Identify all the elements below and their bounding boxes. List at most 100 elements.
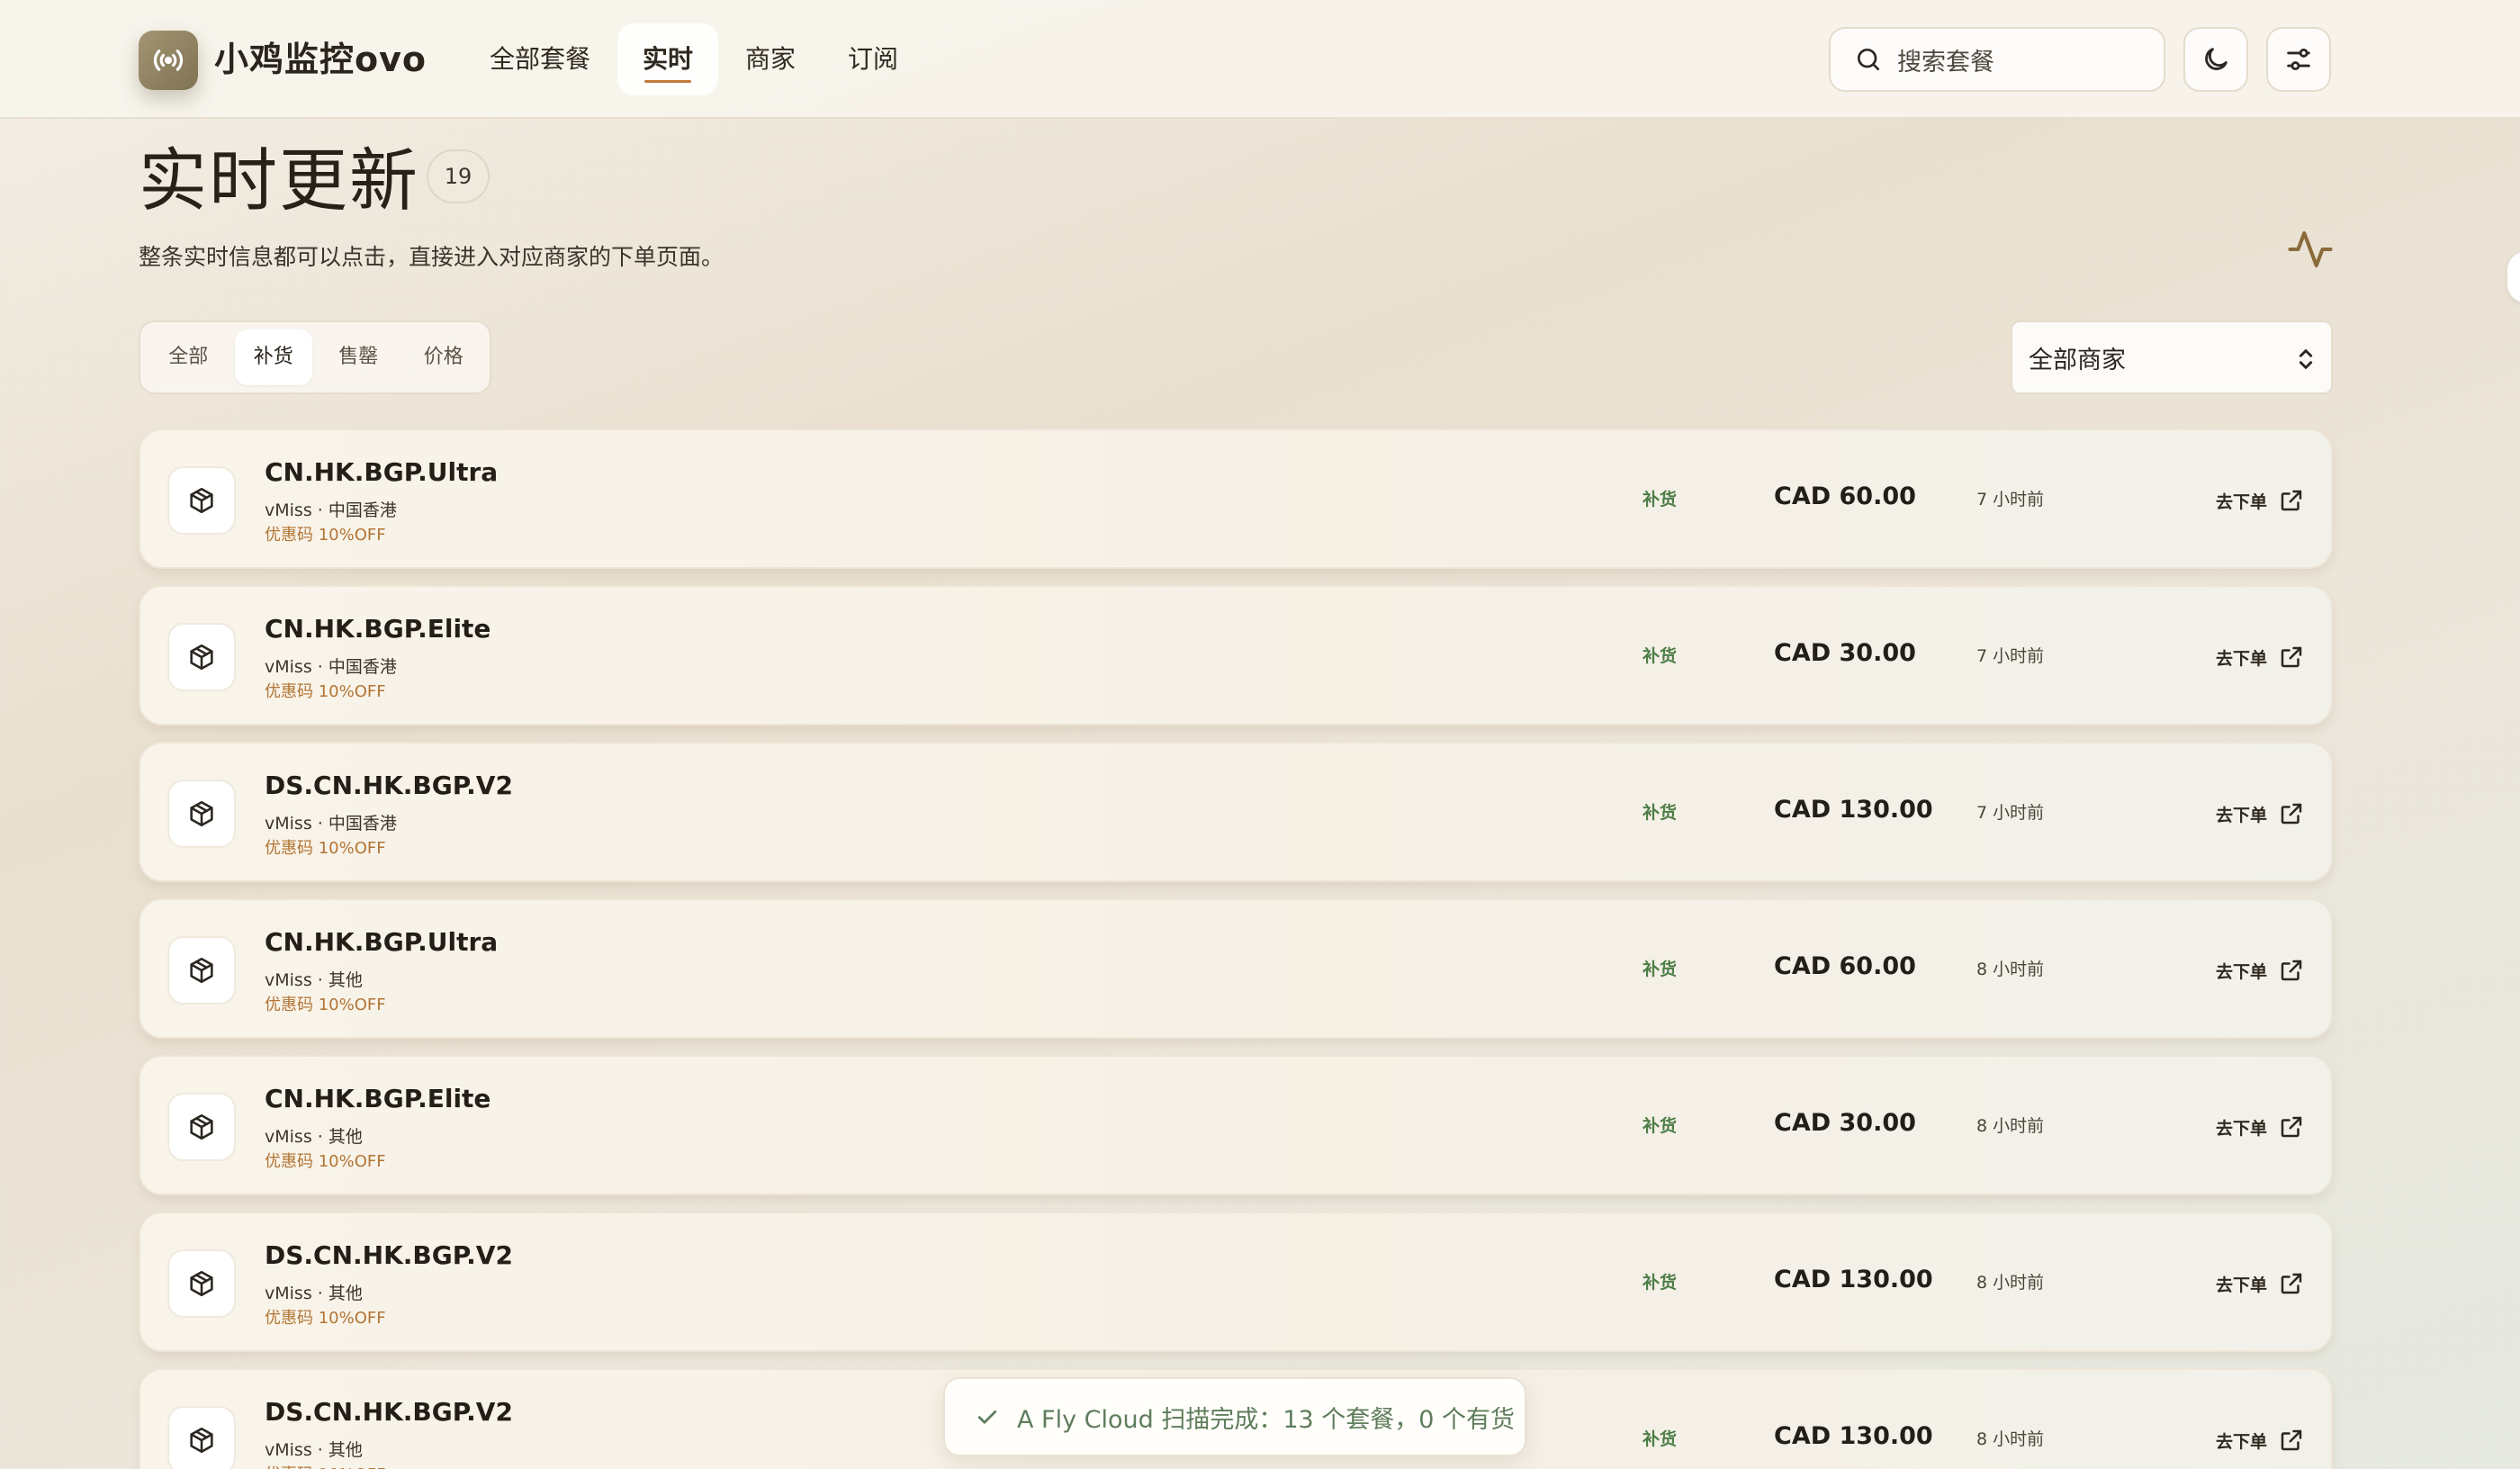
- update-time: 7 小时前: [1976, 490, 2045, 509]
- search-input[interactable]: 搜索套餐: [1829, 27, 2165, 92]
- update-row[interactable]: CN.HK.BGP.Ultra vMiss · 其他 优惠码 10%OFF 补货…: [139, 898, 2333, 1039]
- nav-merchants[interactable]: 商家: [720, 23, 821, 95]
- side-drawer-handle[interactable]: [2507, 252, 2520, 302]
- event-badge: 补货: [1642, 646, 1677, 666]
- search-placeholder: 搜索套餐: [1897, 48, 1994, 77]
- plan-price: CAD 30.00: [1774, 639, 1916, 667]
- plan-merchant-location: vMiss · 其他: [265, 1440, 363, 1460]
- theme-toggle-button[interactable]: [2183, 27, 2248, 92]
- plan-promo-code: 优惠码 10%OFF: [265, 526, 386, 545]
- update-row[interactable]: CN.HK.BGP.Ultra vMiss · 中国香港 优惠码 10%OFF …: [139, 428, 2333, 569]
- check-icon: [977, 1410, 997, 1424]
- plan-promo-code: 优惠码 10%OFF: [265, 996, 386, 1014]
- external-link-icon: [2281, 1273, 2302, 1294]
- package-icon-box: [167, 623, 236, 691]
- package-icon-box: [167, 1093, 236, 1161]
- update-time: 8 小时前: [1976, 1116, 2045, 1136]
- filter-tab-restock[interactable]: 补货: [234, 329, 312, 385]
- plan-promo-code: 优惠码 10%OFF: [265, 682, 386, 701]
- plan-price: CAD 30.00: [1774, 1109, 1916, 1137]
- plan-name: DS.CN.HK.BGP.V2: [265, 771, 513, 800]
- external-link-icon: [2281, 646, 2302, 668]
- merchant-select[interactable]: 全部商家: [2011, 320, 2333, 394]
- plan-name: CN.HK.BGP.Elite: [265, 1084, 491, 1113]
- external-link-icon: [2281, 960, 2302, 981]
- update-count-badge: 19: [427, 149, 490, 203]
- order-link[interactable]: 去下单: [2216, 1257, 2305, 1311]
- order-link[interactable]: 去下单: [2216, 630, 2305, 684]
- sliders-icon: [2287, 48, 2310, 71]
- nav-subscribe[interactable]: 订阅: [823, 23, 923, 95]
- plan-promo-code: 优惠码 10%OFF: [265, 839, 386, 858]
- page-subtitle: 整条实时信息都可以点击，直接进入对应商家的下单页面。: [139, 244, 724, 270]
- package-icon-box: [167, 936, 236, 1005]
- broadcast-icon: [153, 50, 184, 71]
- plan-price: CAD 60.00: [1774, 482, 1916, 510]
- search-icon: [1858, 49, 1879, 70]
- nav-all-plans[interactable]: 全部套餐: [464, 23, 616, 95]
- scan-complete-toast: A Fly Cloud 扫描完成：13 个套餐，0 个有货: [943, 1377, 1526, 1456]
- order-link-label: 去下单: [2216, 1431, 2268, 1452]
- plan-price: CAD 130.00: [1774, 1422, 1933, 1450]
- package-icon: [190, 644, 213, 671]
- package-icon: [190, 1113, 213, 1140]
- order-link[interactable]: 去下单: [2216, 1100, 2305, 1154]
- order-link-label: 去下单: [2216, 1118, 2268, 1139]
- update-row[interactable]: DS.CN.HK.BGP.V2 vMiss · 其他 优惠码 10%OFF 补货…: [139, 1212, 2333, 1352]
- event-badge: 补货: [1642, 1116, 1677, 1136]
- filter-tab-all[interactable]: 全部: [149, 329, 228, 385]
- plan-promo-code: 优惠码 10%OFF: [265, 1462, 386, 1469]
- plan-merchant-location: vMiss · 其他: [265, 970, 363, 990]
- order-link[interactable]: 去下单: [2216, 943, 2305, 997]
- package-icon: [190, 487, 213, 514]
- update-row[interactable]: CN.HK.BGP.Elite vMiss · 中国香港 优惠码 10%OFF …: [139, 585, 2333, 725]
- settings-button[interactable]: [2266, 27, 2331, 92]
- update-row[interactable]: CN.HK.BGP.Elite vMiss · 其他 优惠码 10%OFF 补货…: [139, 1055, 2333, 1195]
- update-row[interactable]: DS.CN.HK.BGP.V2 vMiss · 中国香港 优惠码 10%OFF …: [139, 742, 2333, 882]
- order-link-label: 去下单: [2216, 961, 2268, 982]
- plan-merchant-location: vMiss · 中国香港: [265, 500, 397, 520]
- event-badge: 补货: [1642, 1273, 1677, 1293]
- toast-message: A Fly Cloud 扫描完成：13 个套餐，0 个有货: [1017, 1405, 1516, 1434]
- plan-promo-code: 优惠码 10%OFF: [265, 1309, 386, 1328]
- order-link[interactable]: 去下单: [2216, 473, 2305, 527]
- filter-tab-sold-out[interactable]: 售罄: [320, 329, 398, 385]
- select-arrows-icon: [2299, 349, 2313, 369]
- plan-name: CN.HK.BGP.Ultra: [265, 457, 499, 487]
- order-link-label: 去下单: [2216, 1275, 2268, 1295]
- update-time: 8 小时前: [1976, 1273, 2045, 1293]
- plan-merchant-location: vMiss · 其他: [265, 1127, 363, 1147]
- update-time: 7 小时前: [1976, 646, 2045, 666]
- package-icon-box: [167, 780, 236, 848]
- plan-promo-code: 优惠码 10%OFF: [265, 1152, 386, 1171]
- merchant-select-value: 全部商家: [2029, 346, 2126, 374]
- package-icon: [190, 1270, 213, 1297]
- event-badge: 补货: [1642, 803, 1677, 823]
- plan-merchant-location: vMiss · 其他: [265, 1284, 363, 1303]
- page-title: 实时更新: [139, 140, 419, 221]
- external-link-icon: [2281, 490, 2302, 511]
- package-icon: [190, 1427, 213, 1454]
- order-link-label: 去下单: [2216, 491, 2268, 512]
- order-link[interactable]: 去下单: [2216, 1413, 2305, 1467]
- filter-tab-price[interactable]: 价格: [405, 329, 483, 385]
- brand-name[interactable]: 小鸡监控ovo: [214, 34, 427, 85]
- order-link-label: 去下单: [2216, 648, 2268, 669]
- plan-name: DS.CN.HK.BGP.V2: [265, 1397, 513, 1427]
- external-link-icon: [2281, 803, 2302, 825]
- plan-price: CAD 130.00: [1774, 796, 1933, 824]
- event-badge: 补货: [1642, 1429, 1677, 1449]
- event-badge: 补货: [1642, 490, 1677, 509]
- plan-merchant-location: vMiss · 中国香港: [265, 814, 397, 834]
- order-link-label: 去下单: [2216, 805, 2268, 825]
- plan-merchant-location: vMiss · 中国香港: [265, 657, 397, 677]
- nav-realtime[interactable]: 实时: [617, 23, 719, 95]
- top-navigation-bar: 小鸡监控ovo 全部套餐 实时 商家 订阅 搜索套餐: [0, 0, 2520, 119]
- app-logo[interactable]: [139, 31, 198, 90]
- moon-icon: [2205, 48, 2228, 70]
- order-link[interactable]: 去下单: [2216, 787, 2305, 841]
- package-icon-box: [167, 1249, 236, 1318]
- package-icon-box: [167, 466, 236, 535]
- main-nav: 全部套餐 实时 商家 订阅: [464, 23, 925, 95]
- package-icon: [190, 957, 213, 984]
